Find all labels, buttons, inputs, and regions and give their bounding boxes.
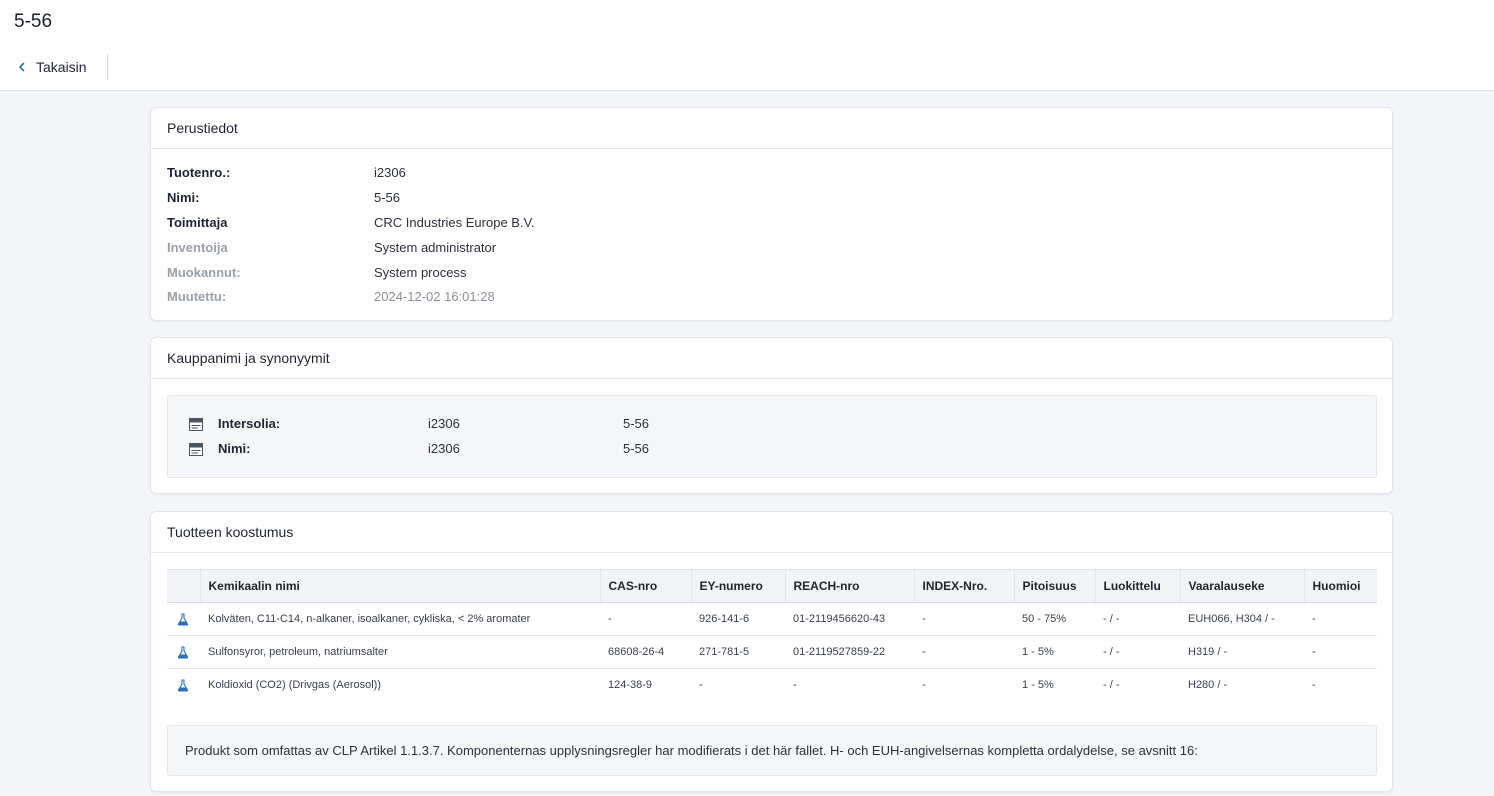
column-header-icon <box>167 569 200 603</box>
remark: - <box>1312 646 1316 658</box>
back-button-label: Takaisin <box>36 59 87 75</box>
column-header[interactable]: INDEX-Nro. <box>913 569 1014 603</box>
concentration: 1 - 5% <box>1022 646 1054 658</box>
table-row[interactable]: Sulfonsyror, petroleum, natriumsalter 68… <box>167 636 1377 669</box>
composition-title: Tuotteen koostumus <box>151 512 1392 553</box>
info-label: Nimi: <box>167 190 200 205</box>
trade-names-title: Kauppanimi ja synonyymit <box>151 338 1392 379</box>
chemical-name: Koldioxid (CO2) (Drivgas (Aerosol)) <box>208 679 381 692</box>
cas-number: 124-38-9 <box>608 679 653 692</box>
page-title: 5-56 <box>14 11 53 32</box>
ec-number: 926-141-6 <box>699 613 750 625</box>
info-label: Muokannut: <box>167 265 241 280</box>
flask-icon <box>177 612 189 626</box>
top-bar: 5-56 Takaisin <box>0 0 1494 91</box>
column-header[interactable]: Huomioi <box>1303 569 1377 603</box>
flask-icon <box>177 645 189 659</box>
column-header[interactable]: Luokittelu <box>1094 569 1180 603</box>
card-icon <box>189 443 203 456</box>
back-button[interactable]: Takaisin <box>14 54 108 80</box>
trade-name-label: Intersolia: <box>218 416 281 431</box>
hazard-statement: H319 / - <box>1188 646 1228 658</box>
ec-number: 271-781-5 <box>699 646 750 658</box>
hazard-statement: H280 / - <box>1188 679 1228 692</box>
column-header[interactable]: Pitoisuus <box>1013 569 1095 603</box>
trade-row: Nimi: i2306 5-56 <box>188 440 1368 458</box>
column-header[interactable]: REACH-nro <box>784 569 914 603</box>
info-label: Toimittaja <box>167 215 228 230</box>
composition-table: Kemikaalin nimi CAS-nro EY-numero REACH-… <box>167 569 1377 702</box>
trade-row: Intersolia: i2306 5-56 <box>188 415 1368 433</box>
index-number: - <box>922 613 926 625</box>
reach-number: - <box>793 679 797 692</box>
basic-info-card: Perustiedot Tuotenro.: i2306 Nimi: 5-56 … <box>150 107 1393 321</box>
chemical-name: Kolväten, C11-C14, n-alkaner, isoalkaner… <box>208 613 531 625</box>
info-value: i2306 <box>374 165 406 180</box>
trade-code: i2306 <box>428 441 460 456</box>
info-label: Inventoija <box>167 240 228 255</box>
table-header-row: Kemikaalin nimi CAS-nro EY-numero REACH-… <box>167 569 1377 603</box>
info-value: 2024-12-02 16:01:28 <box>374 289 495 304</box>
reach-number: 01-2119527859-22 <box>793 646 886 658</box>
trade-value: 5-56 <box>623 441 650 456</box>
info-value: System process <box>374 265 467 280</box>
classification: - / - <box>1103 613 1120 625</box>
trade-value: 5-56 <box>623 416 650 431</box>
column-header[interactable]: Kemikaalin nimi <box>199 569 600 603</box>
concentration: 1 - 5% <box>1022 679 1054 692</box>
trade-names-box: Intersolia: i2306 5-56 Nimi: i2306 5-56 <box>167 395 1377 478</box>
card-icon <box>189 418 203 431</box>
info-value: System administrator <box>374 240 497 255</box>
classification: - / - <box>1103 679 1120 692</box>
classification: - / - <box>1103 646 1120 658</box>
remark: - <box>1312 613 1316 625</box>
flask-icon <box>177 679 189 692</box>
column-header[interactable]: CAS-nro <box>599 569 691 603</box>
cas-number: 68608-26-4 <box>608 646 665 658</box>
remark: - <box>1312 679 1316 692</box>
trade-code: i2306 <box>428 416 460 431</box>
column-header[interactable]: EY-numero <box>690 569 785 603</box>
column-header[interactable]: Vaaralauseke <box>1179 569 1304 603</box>
index-number: - <box>922 646 926 658</box>
cas-number: - <box>608 613 612 625</box>
ec-number: - <box>699 679 703 692</box>
info-label: Tuotenro.: <box>167 165 231 180</box>
trade-name-label: Nimi: <box>218 441 251 456</box>
composition-card: Tuotteen koostumus Kemikaalin nimi CAS-n… <box>150 511 1393 792</box>
chemical-name: Sulfonsyror, petroleum, natriumsalter <box>208 646 388 658</box>
basic-info-title: Perustiedot <box>151 108 1392 149</box>
table-row[interactable]: Kolväten, C11-C14, n-alkaner, isoalkaner… <box>167 603 1377 636</box>
index-number: - <box>922 679 926 692</box>
composition-footnote: Produkt som omfattas av CLP Artikel 1.1.… <box>167 725 1377 776</box>
table-row[interactable]: Koldioxid (CO2) (Drivgas (Aerosol)) 124-… <box>167 669 1377 702</box>
reach-number: 01-2119456620-43 <box>793 613 886 625</box>
info-label: Muutettu: <box>167 289 227 304</box>
concentration: 50 - 75% <box>1022 613 1067 625</box>
chevron-left-icon <box>19 62 25 72</box>
hazard-statement: EUH066, H304 / - <box>1188 613 1275 625</box>
info-value: 5-56 <box>374 190 401 205</box>
trade-names-card: Kauppanimi ja synonyymit Intersolia: i23… <box>150 337 1393 494</box>
info-value: CRC Industries Europe B.V. <box>374 215 535 230</box>
